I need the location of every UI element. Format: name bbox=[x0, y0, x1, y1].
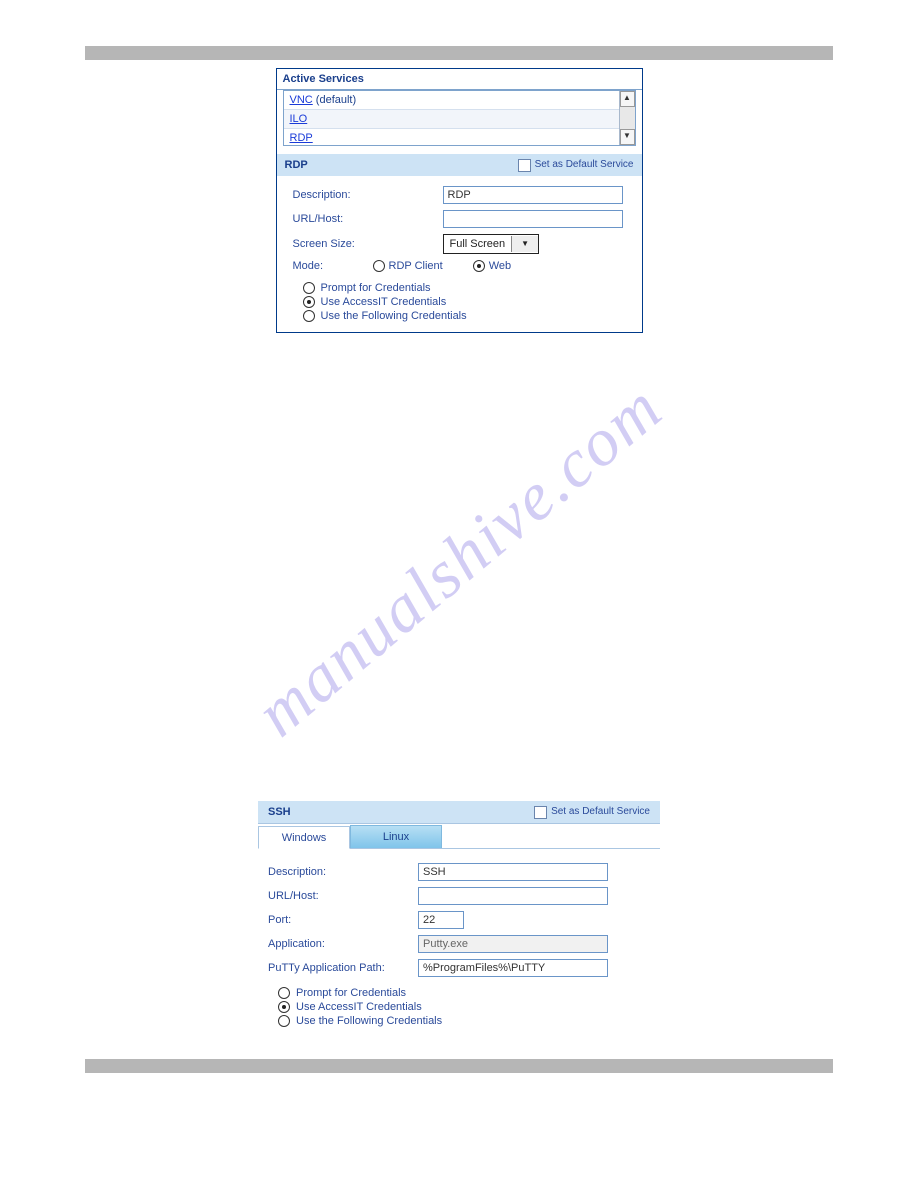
description-input[interactable] bbox=[418, 863, 608, 881]
set-default-checkbox[interactable] bbox=[534, 806, 547, 819]
section-title: SSH bbox=[268, 801, 291, 823]
set-default-label: Set as Default Service bbox=[551, 801, 650, 823]
list-item[interactable]: RDP bbox=[284, 129, 619, 147]
cred-following-label: Use the Following Credentials bbox=[296, 1015, 442, 1027]
putty-path-input[interactable] bbox=[418, 959, 608, 977]
mode-web-option[interactable]: Web bbox=[473, 260, 511, 272]
description-label: Description: bbox=[268, 866, 418, 878]
description-input[interactable] bbox=[443, 186, 623, 204]
radio-icon[interactable] bbox=[303, 296, 315, 308]
screen-size-select[interactable]: Full Screen ▼ bbox=[443, 234, 540, 254]
top-bar bbox=[85, 46, 833, 60]
cred-accessit-label: Use AccessIT Credentials bbox=[296, 1001, 422, 1013]
credentials-group: Prompt for Credentials Use AccessIT Cred… bbox=[303, 282, 626, 322]
set-default-wrap[interactable]: Set as Default Service bbox=[534, 801, 650, 823]
screen-size-label: Screen Size: bbox=[293, 238, 443, 250]
radio-icon[interactable] bbox=[278, 1015, 290, 1027]
cred-following-label: Use the Following Credentials bbox=[321, 310, 467, 322]
cred-following-option[interactable]: Use the Following Credentials bbox=[303, 310, 626, 322]
radio-icon[interactable] bbox=[303, 282, 315, 294]
cred-prompt-label: Prompt for Credentials bbox=[321, 282, 431, 294]
cred-prompt-option[interactable]: Prompt for Credentials bbox=[303, 282, 626, 294]
service-default-suffix: (default) bbox=[313, 94, 356, 106]
credentials-group: Prompt for Credentials Use AccessIT Cred… bbox=[278, 987, 650, 1027]
port-input[interactable] bbox=[418, 911, 464, 929]
port-label: Port: bbox=[268, 914, 418, 926]
mode-rdp-client-label: RDP Client bbox=[389, 260, 443, 272]
chevron-down-icon[interactable]: ▼ bbox=[511, 236, 538, 252]
description-label: Description: bbox=[293, 189, 443, 201]
mode-rdp-client-option[interactable]: RDP Client bbox=[373, 260, 443, 272]
rdp-section-header: RDP Set as Default Service bbox=[277, 154, 642, 176]
watermark: manualshive.com bbox=[241, 367, 678, 751]
cred-accessit-option[interactable]: Use AccessIT Credentials bbox=[278, 1001, 650, 1013]
application-input bbox=[418, 935, 608, 953]
cred-accessit-option[interactable]: Use AccessIT Credentials bbox=[303, 296, 626, 308]
list-item[interactable]: VNC (default) bbox=[284, 91, 619, 110]
bottom-bar bbox=[85, 1059, 833, 1073]
cred-prompt-option[interactable]: Prompt for Credentials bbox=[278, 987, 650, 999]
panel-heading: Active Services bbox=[277, 69, 642, 90]
scroll-down-icon[interactable]: ▼ bbox=[620, 129, 635, 145]
radio-icon[interactable] bbox=[303, 310, 315, 322]
service-link-ilo[interactable]: ILO bbox=[290, 113, 308, 125]
cred-prompt-label: Prompt for Credentials bbox=[296, 987, 406, 999]
set-default-label: Set as Default Service bbox=[535, 154, 634, 176]
set-default-wrap[interactable]: Set as Default Service bbox=[518, 154, 634, 176]
mode-web-label: Web bbox=[489, 260, 511, 272]
service-link-rdp[interactable]: RDP bbox=[290, 132, 313, 144]
ssh-form: Description: URL/Host: Port: Application… bbox=[258, 849, 660, 1035]
tab-linux[interactable]: Linux bbox=[350, 825, 442, 848]
listbox-scrollbar[interactable]: ▲ ▼ bbox=[619, 91, 635, 145]
mode-radio-group: RDP Client Web bbox=[373, 260, 512, 272]
tab-windows[interactable]: Windows bbox=[258, 826, 350, 849]
scroll-up-icon[interactable]: ▲ bbox=[620, 91, 635, 107]
cred-following-option[interactable]: Use the Following Credentials bbox=[278, 1015, 650, 1027]
mode-label: Mode: bbox=[293, 260, 373, 272]
rdp-form: Description: URL/Host: Screen Size: Full… bbox=[277, 176, 642, 332]
radio-icon[interactable] bbox=[278, 1001, 290, 1013]
url-host-label: URL/Host: bbox=[268, 890, 418, 902]
url-host-label: URL/Host: bbox=[293, 213, 443, 225]
radio-icon[interactable] bbox=[473, 260, 485, 272]
radio-icon[interactable] bbox=[278, 987, 290, 999]
putty-path-label: PuTTy Application Path: bbox=[268, 962, 418, 974]
url-host-input[interactable] bbox=[418, 887, 608, 905]
services-listbox[interactable]: VNC (default) ILO RDP ▲ ▼ bbox=[283, 90, 636, 146]
url-host-input[interactable] bbox=[443, 210, 623, 228]
ssh-section-header: SSH Set as Default Service bbox=[258, 801, 660, 824]
list-item[interactable]: ILO bbox=[284, 110, 619, 129]
application-label: Application: bbox=[268, 938, 418, 950]
cred-accessit-label: Use AccessIT Credentials bbox=[321, 296, 447, 308]
screen-size-value: Full Screen bbox=[444, 238, 512, 250]
section-title: RDP bbox=[285, 154, 308, 176]
active-services-panel: Active Services VNC (default) ILO RDP ▲ … bbox=[276, 68, 643, 333]
listbox-rows: VNC (default) ILO RDP bbox=[284, 91, 619, 145]
os-tabs: Windows Linux bbox=[258, 824, 660, 849]
radio-icon[interactable] bbox=[373, 260, 385, 272]
service-link-vnc[interactable]: VNC bbox=[290, 94, 313, 106]
set-default-checkbox[interactable] bbox=[518, 159, 531, 172]
ssh-panel: SSH Set as Default Service Windows Linux… bbox=[258, 801, 660, 1035]
